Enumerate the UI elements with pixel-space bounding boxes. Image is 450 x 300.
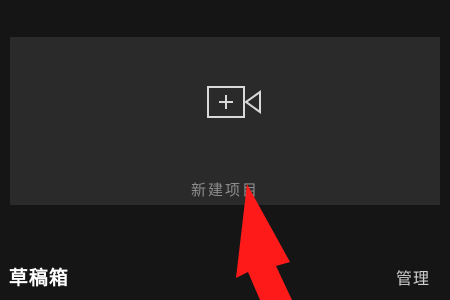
video-camera-plus-icon [207,86,261,118]
manage-button[interactable]: 管理 [396,268,430,290]
drafts-section-title: 草稿箱 [9,267,70,289]
drafts-screen: 新建项目 草稿箱 管理 [0,0,450,300]
new-project-button[interactable]: 新建项目 [10,37,440,205]
new-project-label: 新建项目 [190,181,259,199]
